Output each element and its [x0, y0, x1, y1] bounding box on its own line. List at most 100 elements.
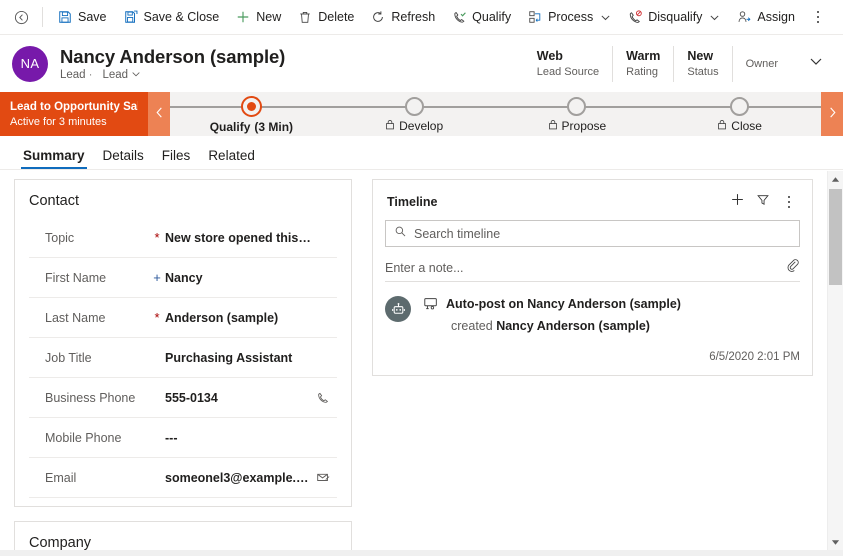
- toolbar-divider: [42, 7, 43, 27]
- field-row-business-phone[interactable]: Business Phone 555-0134: [29, 378, 337, 418]
- business-process-flow: Lead to Opportunity Sale... Active for 3…: [0, 92, 843, 136]
- field-label: Email: [45, 470, 77, 485]
- timeline-card: Timeline Search timeline Enter a note...…: [372, 179, 813, 376]
- save-and-close-label: Save & Close: [143, 10, 220, 24]
- field-row-mobile-phone[interactable]: Mobile Phone ---: [29, 418, 337, 458]
- avatar-initials: NA: [20, 56, 40, 71]
- stage-label: Close: [731, 119, 762, 133]
- new-button[interactable]: New: [227, 2, 289, 32]
- tab-files[interactable]: Files: [153, 148, 200, 169]
- search-input[interactable]: Search timeline: [385, 220, 800, 247]
- note-input[interactable]: Enter a note...: [385, 254, 800, 282]
- bpf-banner-text: Lead to Opportunity Sale... Active for 3…: [0, 92, 148, 136]
- page-title: Nancy Anderson (sample): [60, 45, 286, 67]
- tab-summary[interactable]: Summary: [14, 148, 94, 169]
- bot-icon: [385, 296, 411, 322]
- chevron-down-icon[interactable]: [600, 12, 611, 23]
- chevron-down-icon[interactable]: [709, 12, 720, 23]
- timeline-more-button[interactable]: [776, 190, 802, 214]
- back-circle-icon[interactable]: [8, 4, 34, 30]
- field-label: Last Name: [45, 310, 106, 325]
- field-row-email[interactable]: Email someonel3@example.com: [29, 458, 337, 498]
- more-commands-button[interactable]: [805, 3, 831, 31]
- right-column: Timeline Search timeline Enter a note...…: [360, 179, 843, 556]
- form-selector-label[interactable]: Lead: [102, 69, 128, 81]
- email-icon[interactable]: [311, 470, 335, 485]
- horizontal-scrollbar[interactable]: [0, 550, 843, 556]
- qualify-label: Qualify: [472, 10, 512, 24]
- vertical-scrollbar[interactable]: [827, 171, 843, 550]
- bpf-stage-propose[interactable]: Propose: [496, 92, 659, 136]
- tab-details[interactable]: Details: [94, 148, 153, 169]
- field-label: Mobile Phone: [45, 430, 122, 445]
- chevron-left-icon: [154, 106, 165, 122]
- filter-icon: [756, 193, 770, 212]
- header-field-lead-source[interactable]: Web Lead Source: [524, 45, 614, 82]
- header-field-owner[interactable]: Owner: [733, 46, 791, 82]
- expand-header-button[interactable]: [799, 47, 833, 81]
- save-and-close-button[interactable]: Save & Close: [115, 2, 228, 32]
- timeline-item-headline-row: Auto-post on Nancy Anderson (sample): [423, 296, 800, 317]
- disqualify-button[interactable]: Disqualify: [619, 2, 728, 32]
- save-close-icon: [123, 9, 139, 25]
- bpf-collapse-button[interactable]: [148, 92, 170, 136]
- new-label: New: [256, 10, 282, 24]
- timeline-item-headline: Auto-post on Nancy Anderson (sample): [446, 297, 681, 311]
- header-field-rating[interactable]: Warm Rating: [613, 45, 675, 82]
- add-timeline-record-button[interactable]: [724, 190, 750, 214]
- stage-node-active-icon: [240, 96, 262, 117]
- assign-button[interactable]: Assign: [728, 2, 803, 32]
- filter-timeline-button[interactable]: [750, 190, 776, 214]
- bpf-next-stage-button[interactable]: [821, 92, 843, 136]
- bpf-banner[interactable]: Lead to Opportunity Sale... Active for 3…: [0, 92, 170, 136]
- save-button[interactable]: Save: [49, 2, 115, 32]
- timeline-header: Timeline: [373, 180, 812, 220]
- bpf-stage-qualify[interactable]: Qualify (3 Min): [170, 92, 333, 136]
- timeline-item-detail: created Nancy Anderson (sample): [423, 318, 800, 335]
- refresh-icon: [370, 9, 386, 25]
- lock-icon: [548, 119, 558, 133]
- field-label: First Name: [45, 270, 107, 285]
- header-field-status[interactable]: New Status: [674, 45, 733, 82]
- tab-related[interactable]: Related: [199, 148, 264, 169]
- scroll-down-arrow-icon[interactable]: [828, 534, 843, 550]
- field-row-first-name[interactable]: First Name + Nancy: [29, 258, 337, 298]
- contact-fields: Topic * New store opened this year - f..…: [15, 218, 351, 506]
- lock-icon: [717, 119, 727, 133]
- field-row-job-title[interactable]: Job Title Purchasing Assistant: [29, 338, 337, 378]
- entity-type-label: Lead: [60, 69, 86, 81]
- assign-person-icon: [736, 9, 752, 25]
- stage-node-icon: [567, 97, 587, 116]
- bpf-stage-develop[interactable]: Develop: [333, 92, 496, 136]
- timeline-item[interactable]: Auto-post on Nancy Anderson (sample) cre…: [373, 282, 812, 341]
- stage-label-group: Develop: [385, 119, 443, 133]
- field-row-topic[interactable]: Topic * New store opened this year - f..…: [29, 218, 337, 258]
- field-value: Anderson (sample): [165, 310, 279, 325]
- chevron-down-icon[interactable]: [131, 69, 141, 82]
- delete-button[interactable]: Delete: [289, 2, 362, 32]
- header-field-group: Web Lead Source Warm Rating New Status O…: [524, 45, 791, 82]
- chevron-right-icon: [827, 106, 838, 122]
- delete-label: Delete: [318, 10, 355, 24]
- qualify-button[interactable]: Qualify: [443, 2, 519, 32]
- command-bar: Save Save & Close New Delete Refresh Qua…: [0, 0, 843, 35]
- refresh-button[interactable]: Refresh: [362, 2, 443, 32]
- form-tabs: Summary Details Files Related: [0, 136, 843, 170]
- phone-icon[interactable]: [311, 391, 335, 405]
- search-placeholder: Search timeline: [414, 226, 501, 241]
- record-header: NA Nancy Anderson (sample) Lead · Lead W…: [0, 35, 843, 92]
- paperclip-icon[interactable]: [786, 258, 800, 277]
- plus-icon: [235, 9, 251, 25]
- bpf-process-name: Lead to Opportunity Sale...: [10, 100, 138, 113]
- stage-label-group: Qualify (3 Min): [210, 120, 293, 134]
- header-field-value: Web: [536, 48, 563, 63]
- header-field-label: Status: [687, 65, 719, 78]
- bpf-stage-close[interactable]: Close: [658, 92, 821, 136]
- field-row-last-name[interactable]: Last Name * Anderson (sample): [29, 298, 337, 338]
- scroll-up-arrow-icon[interactable]: [828, 171, 843, 187]
- scrollbar-thumb[interactable]: [829, 189, 842, 285]
- process-button[interactable]: Process: [519, 2, 619, 32]
- save-label: Save: [78, 10, 107, 24]
- field-value: Purchasing Assistant: [165, 350, 293, 365]
- stage-duration: (3 Min): [254, 120, 294, 134]
